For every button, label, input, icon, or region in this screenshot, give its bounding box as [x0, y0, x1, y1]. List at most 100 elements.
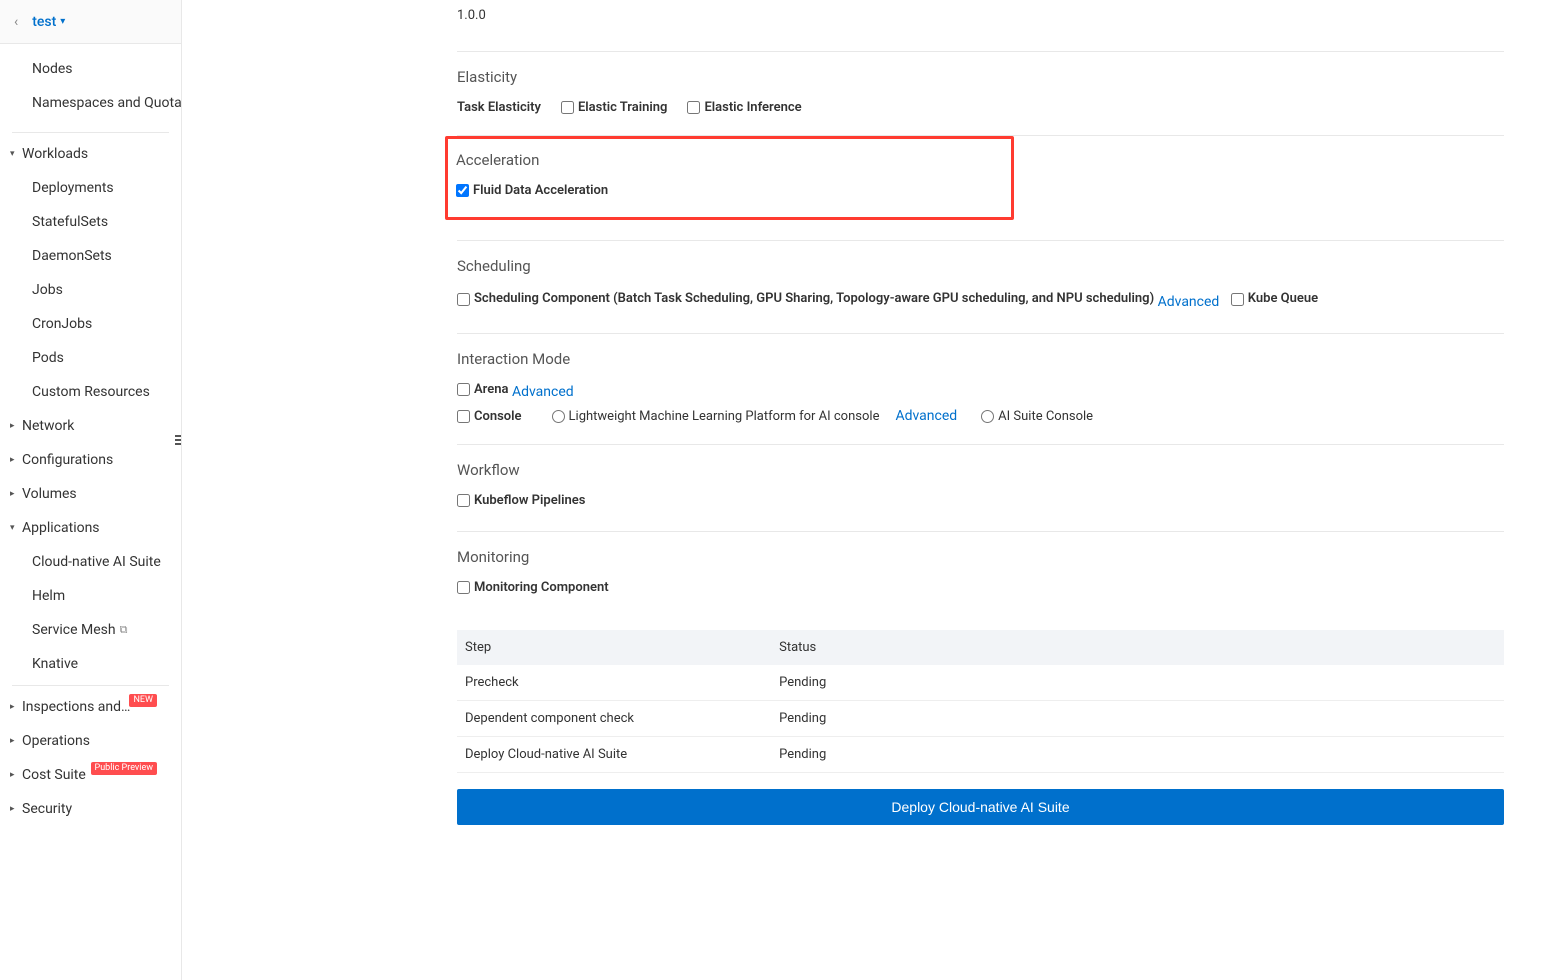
- sidebar-section-top: Nodes Namespaces and Quotas: [0, 44, 181, 128]
- th-status: Status: [771, 630, 1504, 665]
- sidebar-group-workloads[interactable]: ▾ Workloads: [0, 137, 181, 171]
- sidebar-item-service-mesh[interactable]: Service Mesh ⧉: [0, 613, 181, 647]
- table-row: Dependent component checkPending: [457, 701, 1504, 737]
- ai-suite-radio[interactable]: [981, 410, 994, 423]
- group-label: Configurations: [22, 452, 113, 468]
- sidebar-item-cloud-native-ai[interactable]: Cloud-native AI Suite: [0, 545, 181, 579]
- td-step: Deploy Cloud-native AI Suite: [457, 737, 771, 773]
- td-step: Precheck: [457, 665, 771, 701]
- group-label: Cost Suite: [22, 767, 86, 783]
- sidebar-item-daemonsets[interactable]: DaemonSets: [0, 239, 181, 273]
- scheduling-component-checkbox[interactable]: [457, 293, 470, 306]
- scheduling-component-label[interactable]: Scheduling Component (Batch Task Schedul…: [474, 289, 1154, 310]
- group-label: Workloads: [22, 146, 88, 162]
- sidebar-item-knative[interactable]: Knative: [0, 647, 181, 681]
- arena-advanced-link[interactable]: Advanced: [512, 384, 574, 400]
- section-title: Workflow: [457, 461, 1504, 479]
- elastic-training-label[interactable]: Elastic Training: [578, 100, 667, 115]
- section-elasticity: Elasticity Task Elasticity Elastic Train…: [457, 52, 1504, 136]
- version-text: 1.0.0: [457, 8, 1504, 31]
- sidebar-item-jobs[interactable]: Jobs: [0, 273, 181, 307]
- sidebar-group-volumes[interactable]: ▸ Volumes: [0, 477, 181, 511]
- group-label: Inspections and Diagnosis: [22, 699, 132, 715]
- td-status: Pending: [771, 737, 1504, 773]
- caret-right-icon: ▸: [10, 770, 15, 780]
- item-label: Service Mesh: [32, 622, 116, 638]
- sidebar-group-network[interactable]: ▸ Network: [0, 409, 181, 443]
- sidebar-item-custom-resources[interactable]: Custom Resources: [0, 375, 181, 409]
- td-status: Pending: [771, 701, 1504, 737]
- group-label: Network: [22, 418, 74, 434]
- caret-right-icon: ▸: [10, 421, 15, 431]
- console-label[interactable]: Console: [474, 409, 522, 424]
- caret-right-icon: ▸: [10, 455, 15, 465]
- group-label: Applications: [22, 520, 100, 536]
- sidebar-group-operations[interactable]: ▸ Operations: [0, 724, 181, 758]
- arena-checkbox[interactable]: [457, 383, 470, 396]
- sidebar-group-configurations[interactable]: ▸ Configurations: [0, 443, 181, 477]
- sidebar-header: ‹ test ▾: [0, 0, 181, 44]
- cluster-name: test: [32, 14, 56, 30]
- monitoring-checkbox[interactable]: [457, 581, 470, 594]
- status-table: Step Status PrecheckPendingDependent com…: [457, 630, 1504, 773]
- sidebar-group-applications[interactable]: ▾ Applications: [0, 511, 181, 545]
- sidebar-item-namespaces[interactable]: Namespaces and Quotas: [0, 86, 181, 120]
- group-label: Volumes: [22, 486, 77, 502]
- group-label: Security: [22, 801, 72, 817]
- th-step: Step: [457, 630, 771, 665]
- collapse-sidebar-icon[interactable]: [171, 430, 182, 450]
- acceleration-highlight: Acceleration Fluid Data Acceleration: [445, 136, 1014, 220]
- monitoring-label[interactable]: Monitoring Component: [474, 580, 609, 595]
- sidebar-item-cronjobs[interactable]: CronJobs: [0, 307, 181, 341]
- table-row: Deploy Cloud-native AI SuitePending: [457, 737, 1504, 773]
- sidebar-group-inspections[interactable]: ▸ Inspections and Diagnosis NEW: [0, 690, 181, 724]
- elastic-inference-checkbox[interactable]: [687, 101, 700, 114]
- lightweight-label[interactable]: Lightweight Machine Learning Platform fo…: [569, 409, 880, 424]
- sidebar-item-deployments[interactable]: Deployments: [0, 171, 181, 205]
- kubeflow-label[interactable]: Kubeflow Pipelines: [474, 493, 585, 508]
- elastic-inference-label[interactable]: Elastic Inference: [704, 100, 801, 115]
- console-checkbox[interactable]: [457, 410, 470, 423]
- fluid-acceleration-checkbox[interactable]: [456, 184, 469, 197]
- caret-down-icon: ▾: [60, 16, 65, 27]
- section-monitoring: Monitoring Monitoring Component: [457, 532, 1504, 618]
- section-title: Acceleration: [456, 151, 1003, 169]
- task-elasticity-label: Task Elasticity: [457, 100, 541, 115]
- elastic-training-checkbox[interactable]: [561, 101, 574, 114]
- section-title: Interaction Mode: [457, 350, 1504, 368]
- section-workflow: Workflow Kubeflow Pipelines: [457, 445, 1504, 532]
- elasticity-row: Task Elasticity Elastic Training Elastic…: [457, 100, 1504, 115]
- back-icon[interactable]: ‹: [14, 14, 18, 30]
- deploy-button[interactable]: Deploy Cloud-native AI Suite: [457, 789, 1504, 825]
- sidebar-item-nodes[interactable]: Nodes: [0, 52, 181, 86]
- kube-queue-label[interactable]: Kube Queue: [1248, 289, 1318, 310]
- lightweight-radio[interactable]: [552, 410, 565, 423]
- td-step: Dependent component check: [457, 701, 771, 737]
- fluid-acceleration-label[interactable]: Fluid Data Acceleration: [473, 183, 608, 198]
- caret-right-icon: ▸: [10, 702, 15, 712]
- sidebar-item-helm[interactable]: Helm: [0, 579, 181, 613]
- sidebar-group-security[interactable]: ▸ Security: [0, 792, 181, 826]
- scheduling-advanced-link[interactable]: Advanced: [1158, 294, 1220, 310]
- new-badge: NEW: [129, 694, 157, 707]
- caret-down-icon: ▾: [10, 523, 15, 533]
- ai-suite-label[interactable]: AI Suite Console: [998, 409, 1093, 424]
- group-label: Operations: [22, 733, 90, 749]
- cluster-selector[interactable]: test ▾: [32, 14, 65, 30]
- section-scheduling: Scheduling Scheduling Component (Batch T…: [457, 241, 1504, 334]
- sidebar-item-pods[interactable]: Pods: [0, 341, 181, 375]
- caret-right-icon: ▸: [10, 736, 15, 746]
- section-acceleration: Acceleration Fluid Data Acceleration: [457, 136, 1504, 241]
- section-version: 1.0.0: [457, 0, 1504, 52]
- sidebar-item-statefulsets[interactable]: StatefulSets: [0, 205, 181, 239]
- caret-right-icon: ▸: [10, 489, 15, 499]
- section-interaction: Interaction Mode Arena Advanced Console …: [457, 334, 1504, 445]
- sidebar-group-cost-suite[interactable]: ▸ Cost Suite Public Preview: [0, 758, 181, 792]
- arena-label[interactable]: Arena: [474, 382, 508, 397]
- caret-down-icon: ▾: [10, 149, 15, 159]
- section-title: Monitoring: [457, 548, 1504, 566]
- kubeflow-checkbox[interactable]: [457, 494, 470, 507]
- external-link-icon: ⧉: [120, 623, 128, 637]
- kube-queue-checkbox[interactable]: [1231, 293, 1244, 306]
- lightweight-advanced-link[interactable]: Advanced: [895, 408, 957, 424]
